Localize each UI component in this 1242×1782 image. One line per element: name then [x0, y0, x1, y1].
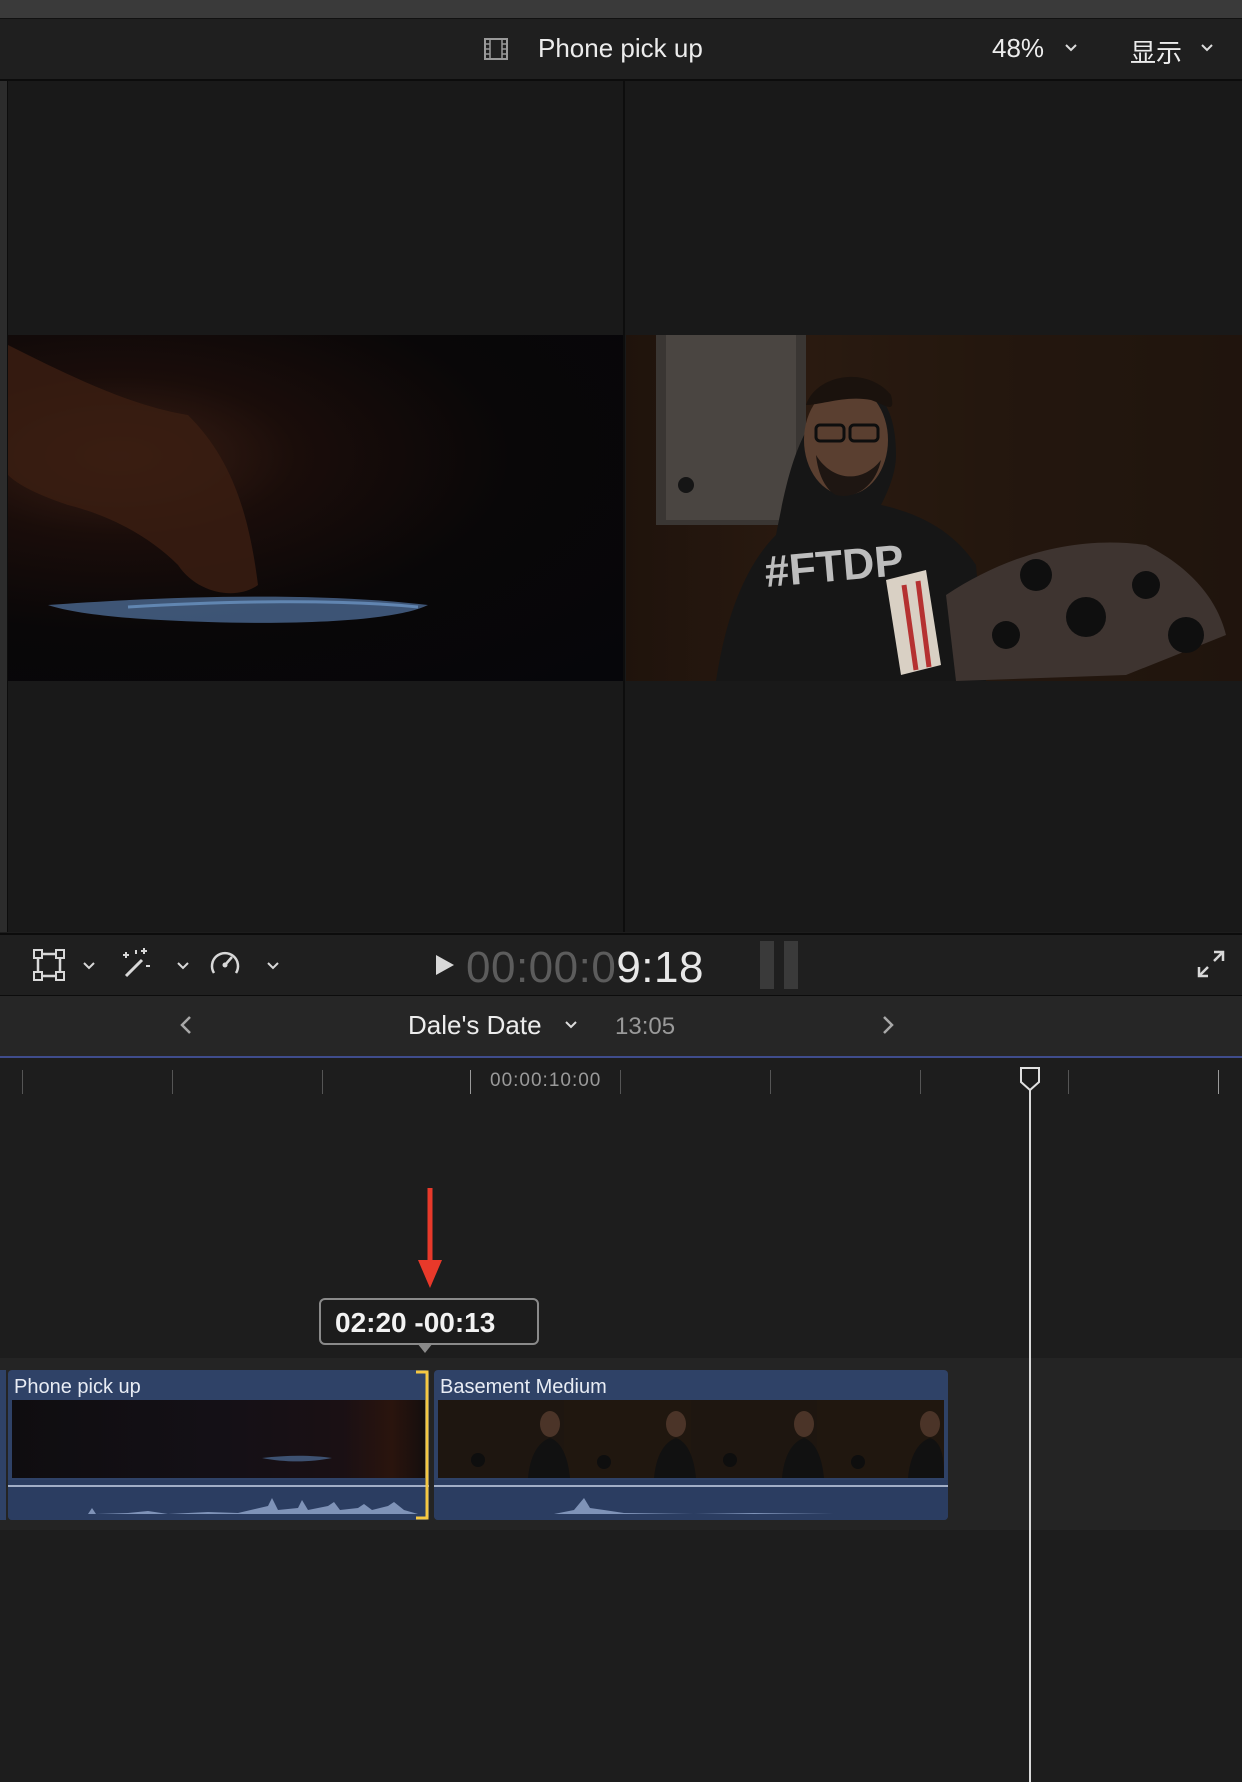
playhead-line[interactable] — [1029, 1078, 1031, 1782]
timecode-display[interactable]: 00:00:09:18 — [466, 943, 704, 993]
play-icon[interactable] — [434, 953, 456, 977]
playhead-handle[interactable] — [1019, 1066, 1041, 1092]
trim-tooltip-text: 02:20 -00:13 — [335, 1307, 496, 1338]
viewer-clip-title: Phone pick up — [538, 33, 703, 63]
clip-label: Phone pick up — [14, 1376, 141, 1398]
timeline-header: Dale's Date 13:05 — [0, 996, 1242, 1056]
clip-audio-waveform — [434, 1480, 948, 1520]
clip-video-thumbnail — [12, 1400, 425, 1478]
chevron-down-icon[interactable] — [266, 961, 280, 971]
display-menu[interactable]: 显示 — [1130, 33, 1182, 70]
waveform-icon — [434, 1485, 948, 1514]
thumbnail-image — [438, 1400, 944, 1478]
clip-basement-medium[interactable]: Basement Medium — [434, 1370, 948, 1520]
viewer-frame-right: #FTDP — [626, 335, 1242, 681]
timeline-ruler[interactable]: 00:00:10:00 — [0, 1058, 1242, 1100]
viewer[interactable]: #FTDP — [0, 81, 1242, 932]
speed-gauge-icon[interactable] — [208, 947, 242, 981]
chevron-down-icon[interactable] — [82, 961, 96, 971]
timecode-dim: 00:00:0 — [466, 943, 617, 992]
clip-video-thumbnail — [438, 1400, 944, 1478]
chevron-down-icon[interactable] — [1200, 43, 1214, 53]
trim-tooltip: 02:20 -00:13 — [319, 1298, 539, 1345]
clip-audio-waveform — [8, 1480, 429, 1520]
person-image: #FTDP — [656, 335, 1242, 681]
project-name-dropdown[interactable]: Dale's Date — [408, 1010, 542, 1041]
ruler-tick — [920, 1070, 921, 1094]
fullscreen-icon[interactable] — [1196, 949, 1226, 979]
ruler-tick — [172, 1070, 173, 1094]
transport-bar: 00:00:09:18 — [0, 933, 1242, 997]
window-top-strip — [0, 0, 1242, 19]
chevron-right-icon[interactable] — [880, 1014, 896, 1036]
hand-phone-image — [8, 345, 428, 623]
edit-point-bracket[interactable] — [414, 1370, 430, 1520]
ruler-tick — [770, 1070, 771, 1094]
thumbnail-image — [262, 1455, 332, 1462]
viewer-left-edge — [0, 81, 8, 932]
waveform-icon — [8, 1485, 429, 1514]
ruler-tick — [22, 1070, 23, 1094]
viewer-divider[interactable] — [623, 81, 625, 932]
clip-phone-pick-up[interactable]: Phone pick up — [8, 1370, 429, 1520]
clip-label: Basement Medium — [440, 1376, 607, 1398]
red-arrow-annotation — [418, 1188, 442, 1288]
zoom-dropdown[interactable]: 48% — [992, 33, 1044, 64]
ruler-tick — [620, 1070, 621, 1094]
project-duration: 13:05 — [615, 1013, 676, 1040]
magic-wand-icon[interactable] — [118, 946, 152, 980]
tooltip-pointer — [417, 1343, 433, 1353]
viewer-frame-left — [8, 335, 623, 681]
ruler-tick — [1068, 1070, 1069, 1094]
audio-meter-icon — [760, 941, 798, 989]
ruler-timecode: 00:00:10:00 — [490, 1070, 602, 1091]
timecode-lit: 9:18 — [616, 943, 704, 992]
chevron-down-icon[interactable] — [564, 1020, 578, 1030]
viewer-header: Phone pick up 48% 显示 — [0, 19, 1242, 81]
film-icon — [484, 38, 508, 60]
ruler-tick-major — [470, 1070, 471, 1094]
transform-icon[interactable] — [32, 948, 66, 982]
ruler-tick-major — [1218, 1070, 1219, 1094]
chevron-down-icon[interactable] — [1064, 43, 1078, 53]
chevron-down-icon[interactable] — [176, 961, 190, 971]
previous-clip-edge[interactable] — [0, 1370, 6, 1520]
ruler-tick — [322, 1070, 323, 1094]
chevron-left-icon[interactable] — [178, 1014, 194, 1036]
